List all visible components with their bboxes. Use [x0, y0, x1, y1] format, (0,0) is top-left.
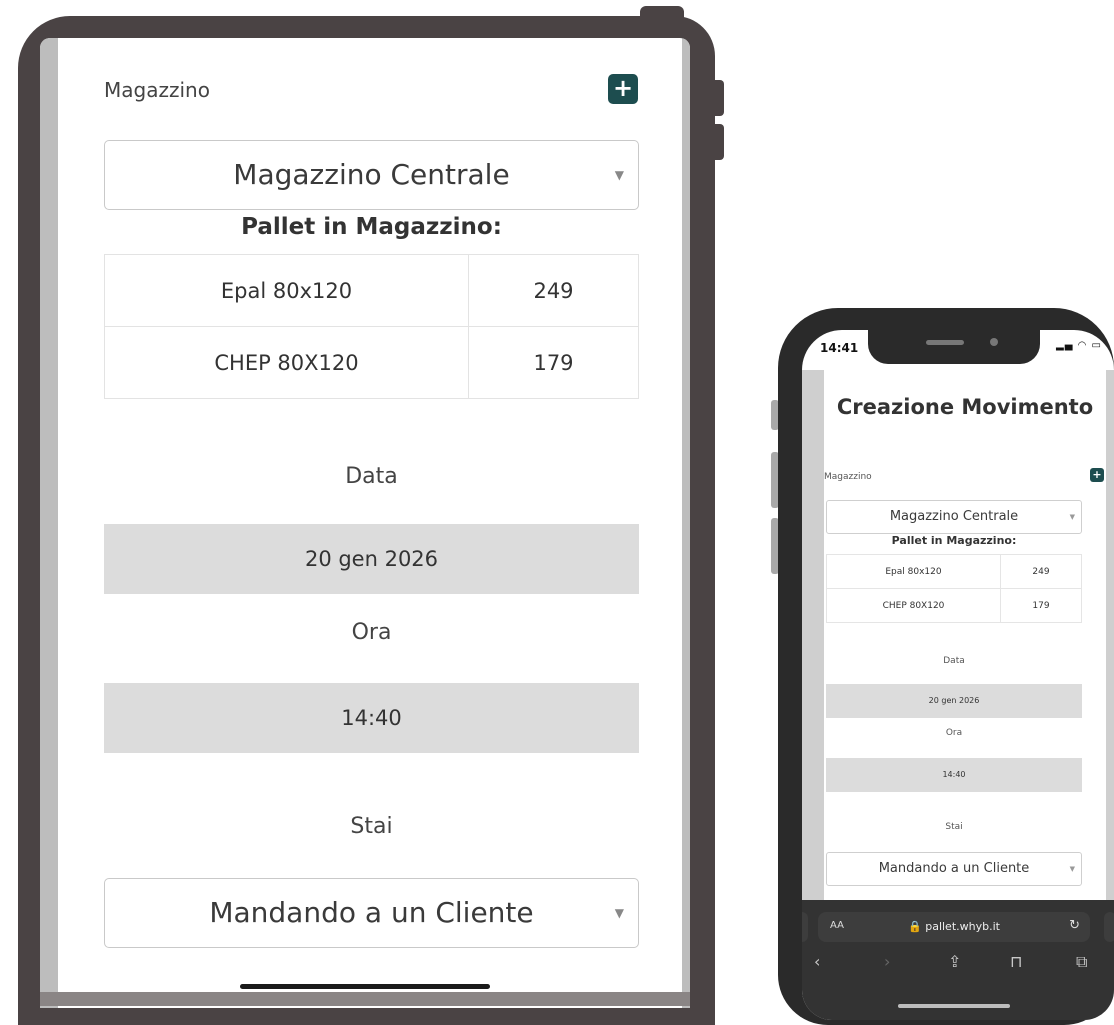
status-label: Stai: [945, 822, 963, 832]
url-text: 🔒 pallet.whyb.it: [908, 920, 1000, 933]
status-icons: ▂▄ ◠ ▭: [1056, 340, 1102, 351]
phone-home-indicator[interactable]: [898, 1004, 1010, 1008]
table-row: CHEP 80X120 179: [826, 588, 1082, 623]
warehouse-label: Magazzino: [104, 78, 210, 102]
dropdown-caret-icon: ▼: [614, 906, 624, 920]
warehouse-select[interactable]: Magazzino Centrale ▼: [104, 140, 639, 210]
status-select-value: Mandando a un Cliente: [878, 861, 1030, 876]
phone-notch: [868, 330, 1040, 364]
pallet-name: Epal 80x120: [104, 254, 469, 327]
page-edge: [1106, 370, 1114, 930]
status-select-value: Mandando a un Cliente: [209, 896, 534, 929]
date-input[interactable]: 20 gen 2026: [826, 684, 1082, 718]
battery-icon: ▭: [1091, 340, 1102, 351]
browser-nav-bar: ‹ › ⇪ ⊓ ⧉: [802, 952, 1114, 978]
time-input[interactable]: 14:40: [826, 758, 1082, 792]
warehouse-select[interactable]: Magazzino Centrale ▼: [826, 500, 1082, 534]
status-time: 14:41: [820, 341, 859, 355]
previous-tab-edge[interactable]: [802, 912, 808, 942]
warehouse-select-value: Magazzino Centrale: [233, 158, 510, 191]
back-icon[interactable]: ‹: [814, 952, 820, 971]
table-row: CHEP 80X120 179: [104, 326, 639, 399]
page-edge: [802, 370, 826, 930]
pallet-count: 249: [468, 254, 639, 327]
pallet-count: 179: [1000, 588, 1082, 623]
warehouse-label: Magazzino: [824, 472, 872, 482]
dropdown-caret-icon: ▼: [614, 168, 624, 182]
pallets-heading: Pallet in Magazzino:: [241, 214, 502, 240]
time-label: Ora: [351, 620, 392, 645]
speaker-icon: [926, 340, 964, 345]
time-label: Ora: [945, 728, 963, 738]
tablet-home-indicator[interactable]: [240, 984, 490, 989]
warehouse-select-value: Magazzino Centrale: [889, 509, 1019, 524]
plus-icon: +: [612, 74, 634, 102]
tabs-icon[interactable]: ⧉: [1076, 952, 1087, 972]
add-warehouse-button[interactable]: +: [608, 74, 638, 104]
pallets-table: Epal 80x120 249 CHEP 80X120 179: [104, 254, 639, 399]
url-bar[interactable]: AA 🔒 pallet.whyb.it ↻: [818, 912, 1090, 942]
signal-icon: ▂▄: [1056, 340, 1074, 351]
browser-toolbar: AA 🔒 pallet.whyb.it ↻ ‹ › ⇪ ⊓ ⧉: [802, 900, 1114, 1020]
table-row: Epal 80x120 249: [826, 554, 1082, 589]
date-label: Data: [943, 656, 965, 666]
status-select[interactable]: Mandando a un Cliente ▼: [104, 878, 639, 948]
phone-page: Creazione Movimento Magazzino + Magazzin…: [824, 370, 1106, 930]
pallet-name: CHEP 80X120: [826, 588, 1001, 623]
share-icon[interactable]: ⇪: [948, 952, 961, 971]
lock-icon: 🔒: [908, 920, 922, 933]
table-row: Epal 80x120 249: [104, 254, 639, 327]
pallet-name: Epal 80x120: [826, 554, 1001, 589]
dropdown-caret-icon: ▼: [1069, 513, 1075, 521]
add-warehouse-button[interactable]: +: [1090, 468, 1104, 482]
pallet-count: 249: [1000, 554, 1082, 589]
tablet-screen: Magazzino + Magazzino Centrale ▼ Pallet …: [40, 38, 690, 1008]
date-input[interactable]: 20 gen 2026: [104, 524, 639, 594]
phone-screen: 14:41 ▂▄ ◠ ▭ Creazione Movimento Magazzi…: [802, 330, 1114, 1020]
dropdown-caret-icon: ▼: [1069, 865, 1075, 873]
tablet-bottom-bezel: [40, 992, 690, 1006]
date-label: Data: [345, 464, 398, 489]
pallet-name: CHEP 80X120: [104, 326, 469, 399]
time-input[interactable]: 14:40: [104, 683, 639, 753]
bookmarks-icon[interactable]: ⊓: [1010, 952, 1022, 971]
camera-icon: [990, 338, 998, 346]
forward-icon[interactable]: ›: [884, 952, 890, 971]
tablet-screen-edge: [40, 38, 58, 1008]
wifi-icon: ◠: [1077, 340, 1088, 351]
status-label: Stai: [350, 814, 393, 839]
page-title: Creazione Movimento: [836, 395, 1094, 419]
status-select[interactable]: Mandando a un Cliente ▼: [826, 852, 1082, 886]
next-tab-edge[interactable]: [1104, 912, 1114, 942]
pallets-table: Epal 80x120 249 CHEP 80X120 179: [826, 554, 1082, 623]
tablet-screen-edge: [682, 38, 690, 1008]
pallet-count: 179: [468, 326, 639, 399]
pallets-heading: Pallet in Magazzino:: [891, 534, 1017, 547]
reload-icon[interactable]: ↻: [1069, 918, 1080, 933]
plus-icon: +: [1092, 468, 1102, 481]
